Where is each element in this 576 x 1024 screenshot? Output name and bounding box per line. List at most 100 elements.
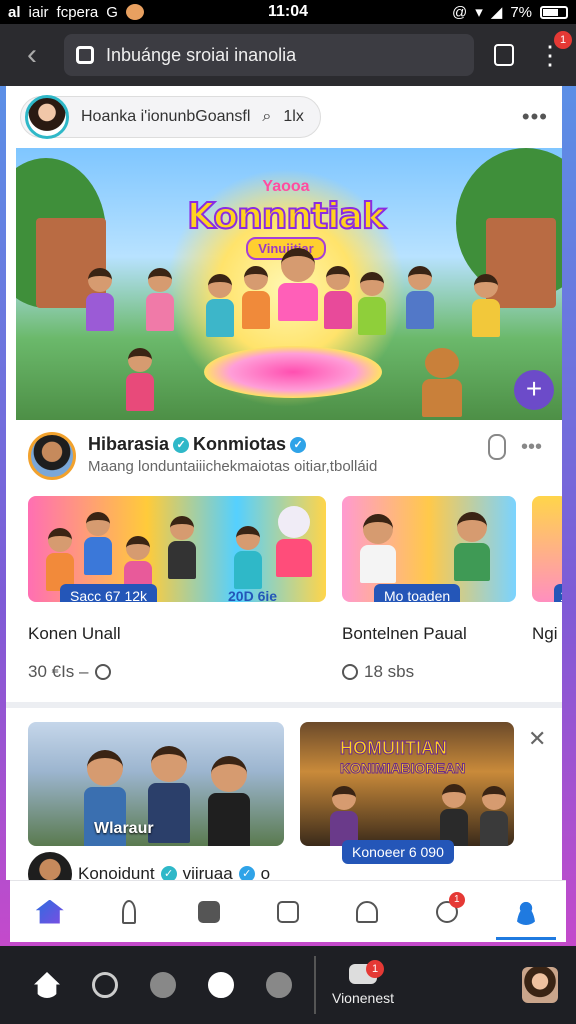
status-bar: al iair fcpera G 11:04 @ ▾ ◢ 7% [0, 0, 576, 24]
author-row[interactable]: Hibarasia ✓ Konmiotas ✓ Maang londuntaii… [20, 428, 550, 484]
kid-figure [86, 268, 114, 331]
like-icon[interactable] [342, 664, 358, 680]
hero-title-line1: Yaooa [262, 178, 310, 195]
heart-icon [266, 972, 292, 998]
back-button[interactable]: ‹ [10, 33, 54, 77]
video-card[interactable]: 1b Ngi [532, 496, 562, 644]
video-thumbnail: Sacc 67 12k 20D 6ie [28, 496, 326, 602]
video-card[interactable]: Sacc 67 12k 20D 6ie Konen Unall 30 €Is – [28, 496, 326, 682]
camera-icon [197, 900, 220, 923]
lock-icon [76, 46, 94, 64]
chat-icon [150, 972, 176, 998]
game-title: HOMUIITIAN [340, 738, 448, 759]
verified-icon: ✓ [290, 436, 307, 453]
close-icon[interactable]: ✕ [528, 726, 546, 752]
author-name: Hibarasia ✓ Konmiotas ✓ [88, 434, 307, 455]
battery-icon [540, 5, 568, 19]
nav-favorites[interactable]: 1 [425, 890, 469, 934]
card-views: 30 €Is – [28, 662, 89, 681]
nav-home[interactable] [28, 890, 72, 934]
nav-explore[interactable] [107, 890, 151, 934]
signal-strength-icon: ◢ [490, 4, 503, 21]
author-name: Konoidunt [78, 864, 155, 880]
app-bottom-nav: 1 [10, 880, 566, 942]
profile-icon [513, 898, 540, 925]
video-thumbnail: Mo toaden [342, 496, 516, 602]
kid-figure [126, 348, 154, 411]
search-icon: ⌕ [262, 108, 272, 125]
game-card[interactable]: HOMUIITIAN KONIMIABIOREAN [300, 722, 514, 846]
author-description: Maang londuntaiiichekmaiotas oitiar,tbol… [88, 458, 378, 475]
feed-content: Hoanka i'ionunbGoansfl ⌕ 1lx ••• Yaooa K… [6, 86, 562, 880]
kid-figure [278, 248, 318, 321]
nav-notifications[interactable] [345, 890, 389, 934]
game-subtitle: KONIMIABIOREAN [339, 760, 466, 777]
feed-row-2: Wlaraur HOMUIITIAN KONIMIABIOREAN Konoee… [28, 722, 562, 880]
card-badge: Sacc 67 12k [60, 584, 158, 602]
photo-label: Wlaraur [94, 820, 154, 837]
wifi-icon: ▾ [475, 4, 483, 21]
profile-name: Hoanka i'ionunbGoansfl [81, 108, 251, 125]
sys-home-button[interactable] [18, 956, 76, 1014]
author-avatar [28, 852, 72, 880]
signal-label: al [8, 3, 21, 21]
share-icon[interactable] [488, 434, 506, 460]
nav-profile[interactable] [496, 890, 557, 940]
card-title: Bontelnen Paual [342, 624, 467, 643]
menu-badge: 1 [554, 31, 572, 49]
card-title: Konen Unall [28, 624, 121, 643]
card-badge-secondary: 20D 6ie [228, 588, 278, 602]
google-icon: G [106, 3, 118, 21]
verified-icon: ✓ [238, 866, 255, 880]
section-divider [6, 702, 562, 708]
nav-list[interactable] [266, 890, 310, 934]
profile-pill[interactable]: Hoanka i'ionunbGoansfl ⌕ 1lx [20, 95, 321, 139]
like-icon[interactable] [94, 664, 111, 680]
sys-favorites-button[interactable] [250, 956, 308, 1014]
kid-figure [472, 274, 500, 337]
kid-figure [206, 274, 234, 337]
tabs-button[interactable] [484, 35, 524, 75]
author-avatar [28, 432, 76, 480]
add-button[interactable]: + [514, 370, 554, 410]
video-cards-row: Sacc 67 12k 20D 6ie Konen Unall 30 €Is –… [28, 496, 562, 686]
hero-banner[interactable]: Yaooa Konnntiak Vinuiitiar + [16, 148, 562, 420]
kid-figure [406, 266, 434, 329]
hero-title-line2: Konnntiak [186, 195, 387, 238]
more-options-button[interactable]: ••• [522, 104, 548, 130]
author-row-2[interactable]: Konoidunt ✓ viiruaa ✓ o [28, 852, 270, 880]
verified-icon: ✓ [160, 866, 177, 880]
bell-icon [356, 900, 379, 923]
author-tail: o [260, 864, 271, 880]
kid-figure [422, 348, 462, 417]
home-icon [34, 972, 60, 998]
more-options-icon[interactable]: ••• [521, 436, 542, 459]
browser-toolbar: ‹ Inbuánge sroiai inanolia ⋮ 1 [0, 24, 576, 86]
photo-card[interactable]: Wlaraur [28, 722, 284, 846]
card-views: 18 sbs [364, 662, 415, 681]
app-label: fcpera [56, 3, 99, 21]
verified-icon: ✓ [173, 436, 190, 453]
card-badge: Mo toaden [374, 584, 461, 602]
card-badge: 1b [554, 584, 562, 602]
url-text: Inbuánge sroiai inanolia [106, 44, 297, 65]
nav-create[interactable] [187, 890, 231, 934]
address-bar[interactable]: Inbuánge sroiai inanolia [64, 34, 474, 76]
compass-icon [208, 972, 234, 998]
sys-explore-button[interactable] [192, 956, 250, 1014]
search-icon [92, 972, 118, 998]
author-name-text: Hibarasia [88, 434, 170, 454]
card-title: Ngi [532, 624, 558, 643]
sys-search-button[interactable] [76, 956, 134, 1014]
favorites-badge: 1 [448, 891, 465, 908]
battery-percent: 7% [510, 3, 532, 21]
video-card[interactable]: Mo toaden Bontelnen Paual 18 sbs [342, 496, 516, 682]
at-icon: @ [452, 3, 468, 21]
author-channel: viiruaa [182, 864, 233, 880]
browser-menu-button[interactable]: ⋮ 1 [534, 31, 572, 75]
user-avatar[interactable] [522, 967, 558, 1003]
kid-figure [358, 272, 386, 335]
sys-chat-button[interactable] [134, 956, 192, 1014]
sys-video-button[interactable]: Vionenest 1 [314, 956, 400, 1014]
kid-figure [242, 266, 270, 329]
